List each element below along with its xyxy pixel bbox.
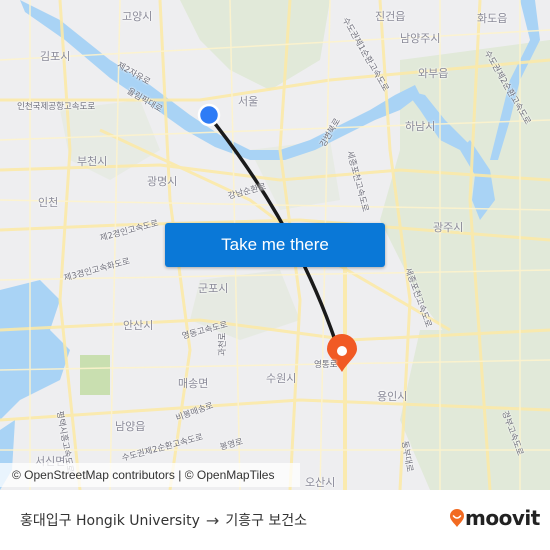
moovit-pin-icon [450, 509, 464, 527]
place-label: 김포시 [40, 50, 71, 63]
road-label: 영통로 [314, 360, 338, 370]
map[interactable]: 고양시 김포시 서울 부천시 광명시 인천 진건읍 화도읍 남양주시 와부읍 하… [0, 0, 550, 490]
place-label: 남양읍 [115, 420, 146, 433]
place-label: 와부읍 [418, 67, 449, 80]
place-label: 광명시 [147, 175, 178, 188]
destination-name: 기흥구 보건소 [225, 513, 308, 529]
moovit-logo[interactable]: moovit [449, 506, 540, 530]
place-label: 고양시 [122, 10, 153, 23]
road-label: 인천국제공항고속도로 [17, 102, 96, 112]
place-label: 하남시 [405, 120, 436, 133]
arrow-right-icon: → [205, 510, 220, 530]
place-label: 부천시 [77, 155, 108, 168]
place-label: 군포시 [198, 282, 229, 295]
place-label: 서울 [238, 95, 259, 108]
road-label: 과천로 [218, 332, 228, 356]
place-label: 수원시 [266, 372, 297, 385]
place-label: 남양주시 [400, 32, 441, 45]
place-label: 오산시 [305, 476, 336, 489]
place-label: 안산시 [123, 319, 154, 332]
place-label: 화도읍 [477, 12, 508, 25]
place-label: 광주시 [433, 221, 464, 234]
footer: 홍대입구 Hongik University → 기흥구 보건소 moovit [0, 490, 550, 550]
place-label: 인천 [38, 196, 59, 209]
origin-name: 홍대입구 Hongik University [20, 513, 200, 529]
origin-marker[interactable] [197, 103, 221, 127]
place-label: 진건읍 [375, 10, 406, 23]
moovit-wordmark: moovit [465, 506, 540, 530]
map-attribution[interactable]: © OpenStreetMap contributors | © OpenMap… [0, 463, 300, 487]
take-me-there-button[interactable]: Take me there [165, 223, 385, 267]
page: 고양시 김포시 서울 부천시 광명시 인천 진건읍 화도읍 남양주시 와부읍 하… [0, 0, 550, 550]
place-label: 용인시 [377, 390, 408, 403]
place-label: 매송면 [178, 377, 209, 390]
route-summary: 홍대입구 Hongik University → 기흥구 보건소 [20, 510, 307, 530]
